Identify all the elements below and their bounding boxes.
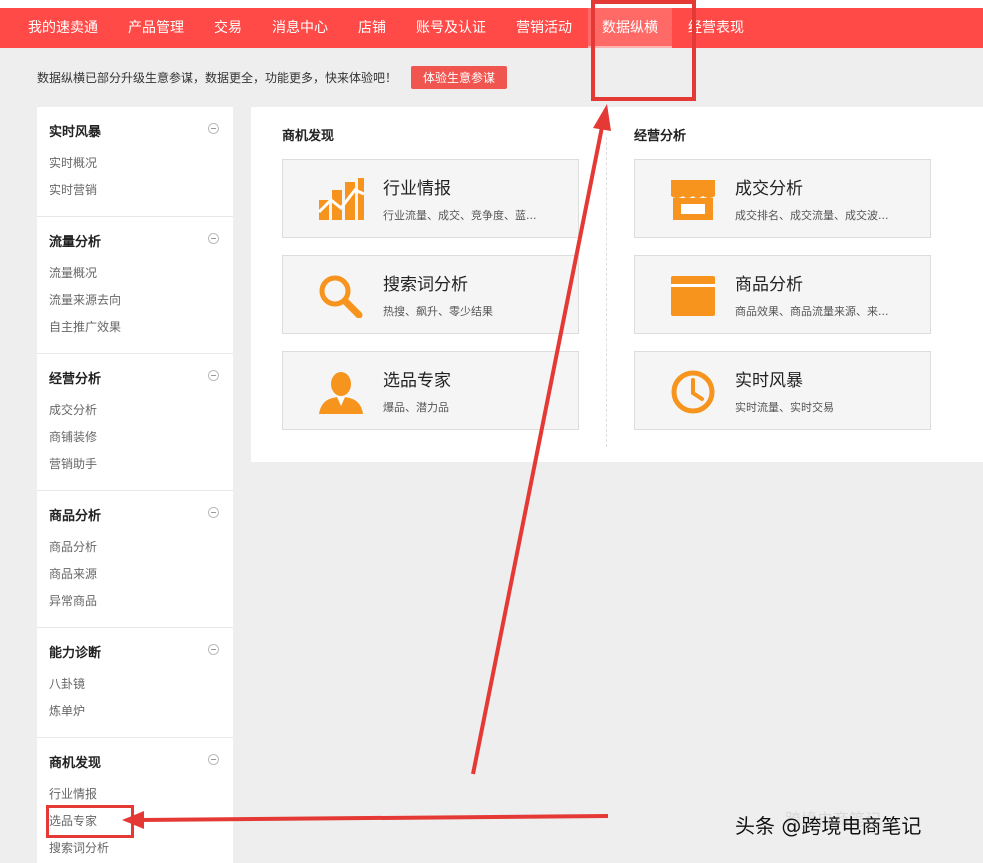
annotation-arrow-left — [139, 814, 609, 822]
annotation-arrows — [122, 104, 611, 829]
annotation-arrowhead-left — [122, 811, 144, 829]
annotation-arrowhead-up — [593, 104, 611, 131]
watermark: 头条 @跨境电商笔记 — [735, 814, 922, 838]
annotation-arrow-up — [471, 121, 605, 775]
